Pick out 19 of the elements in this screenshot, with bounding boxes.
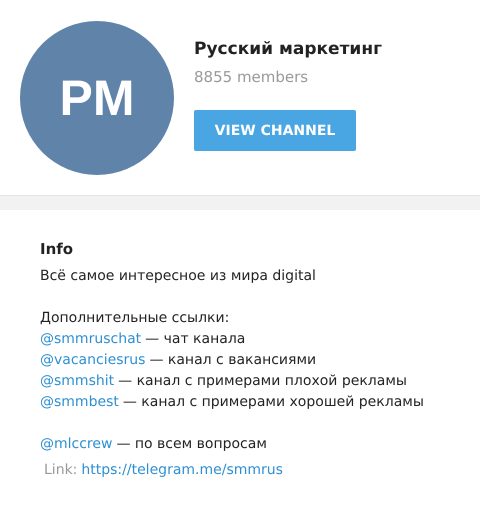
username-link[interactable]: @vacanciesrus (40, 352, 146, 368)
channel-description: Всё самое интересное из мира digital (40, 267, 317, 286)
link-description: — по всем вопросам (116, 436, 267, 452)
username-link[interactable]: @smmruschat (40, 331, 142, 347)
link-label: Link: (44, 462, 78, 478)
link-description: — канал с примерами хорошей рекламы (122, 394, 424, 410)
links-heading: Дополнительные ссылки: (40, 309, 230, 328)
view-channel-button[interactable]: VIEW CHANNEL (194, 110, 356, 151)
link-description: — чат канала (145, 331, 246, 347)
username-link[interactable]: @mlccrew (40, 436, 112, 452)
channel-url-link[interactable]: https://telegram.me/smmrus (81, 462, 283, 478)
channel-avatar: PM (20, 20, 174, 174)
link-description: — канал с вакансиями (149, 352, 316, 368)
info-heading: Info (40, 240, 74, 258)
channel-title: Русский маркетинг (194, 39, 382, 59)
member-count: 8855 members (194, 68, 310, 86)
link-description: — канал с примерами плохой рекламы (118, 373, 407, 389)
username-link[interactable]: @smmbest (40, 394, 119, 410)
username-link[interactable]: @smmshit (40, 373, 114, 389)
